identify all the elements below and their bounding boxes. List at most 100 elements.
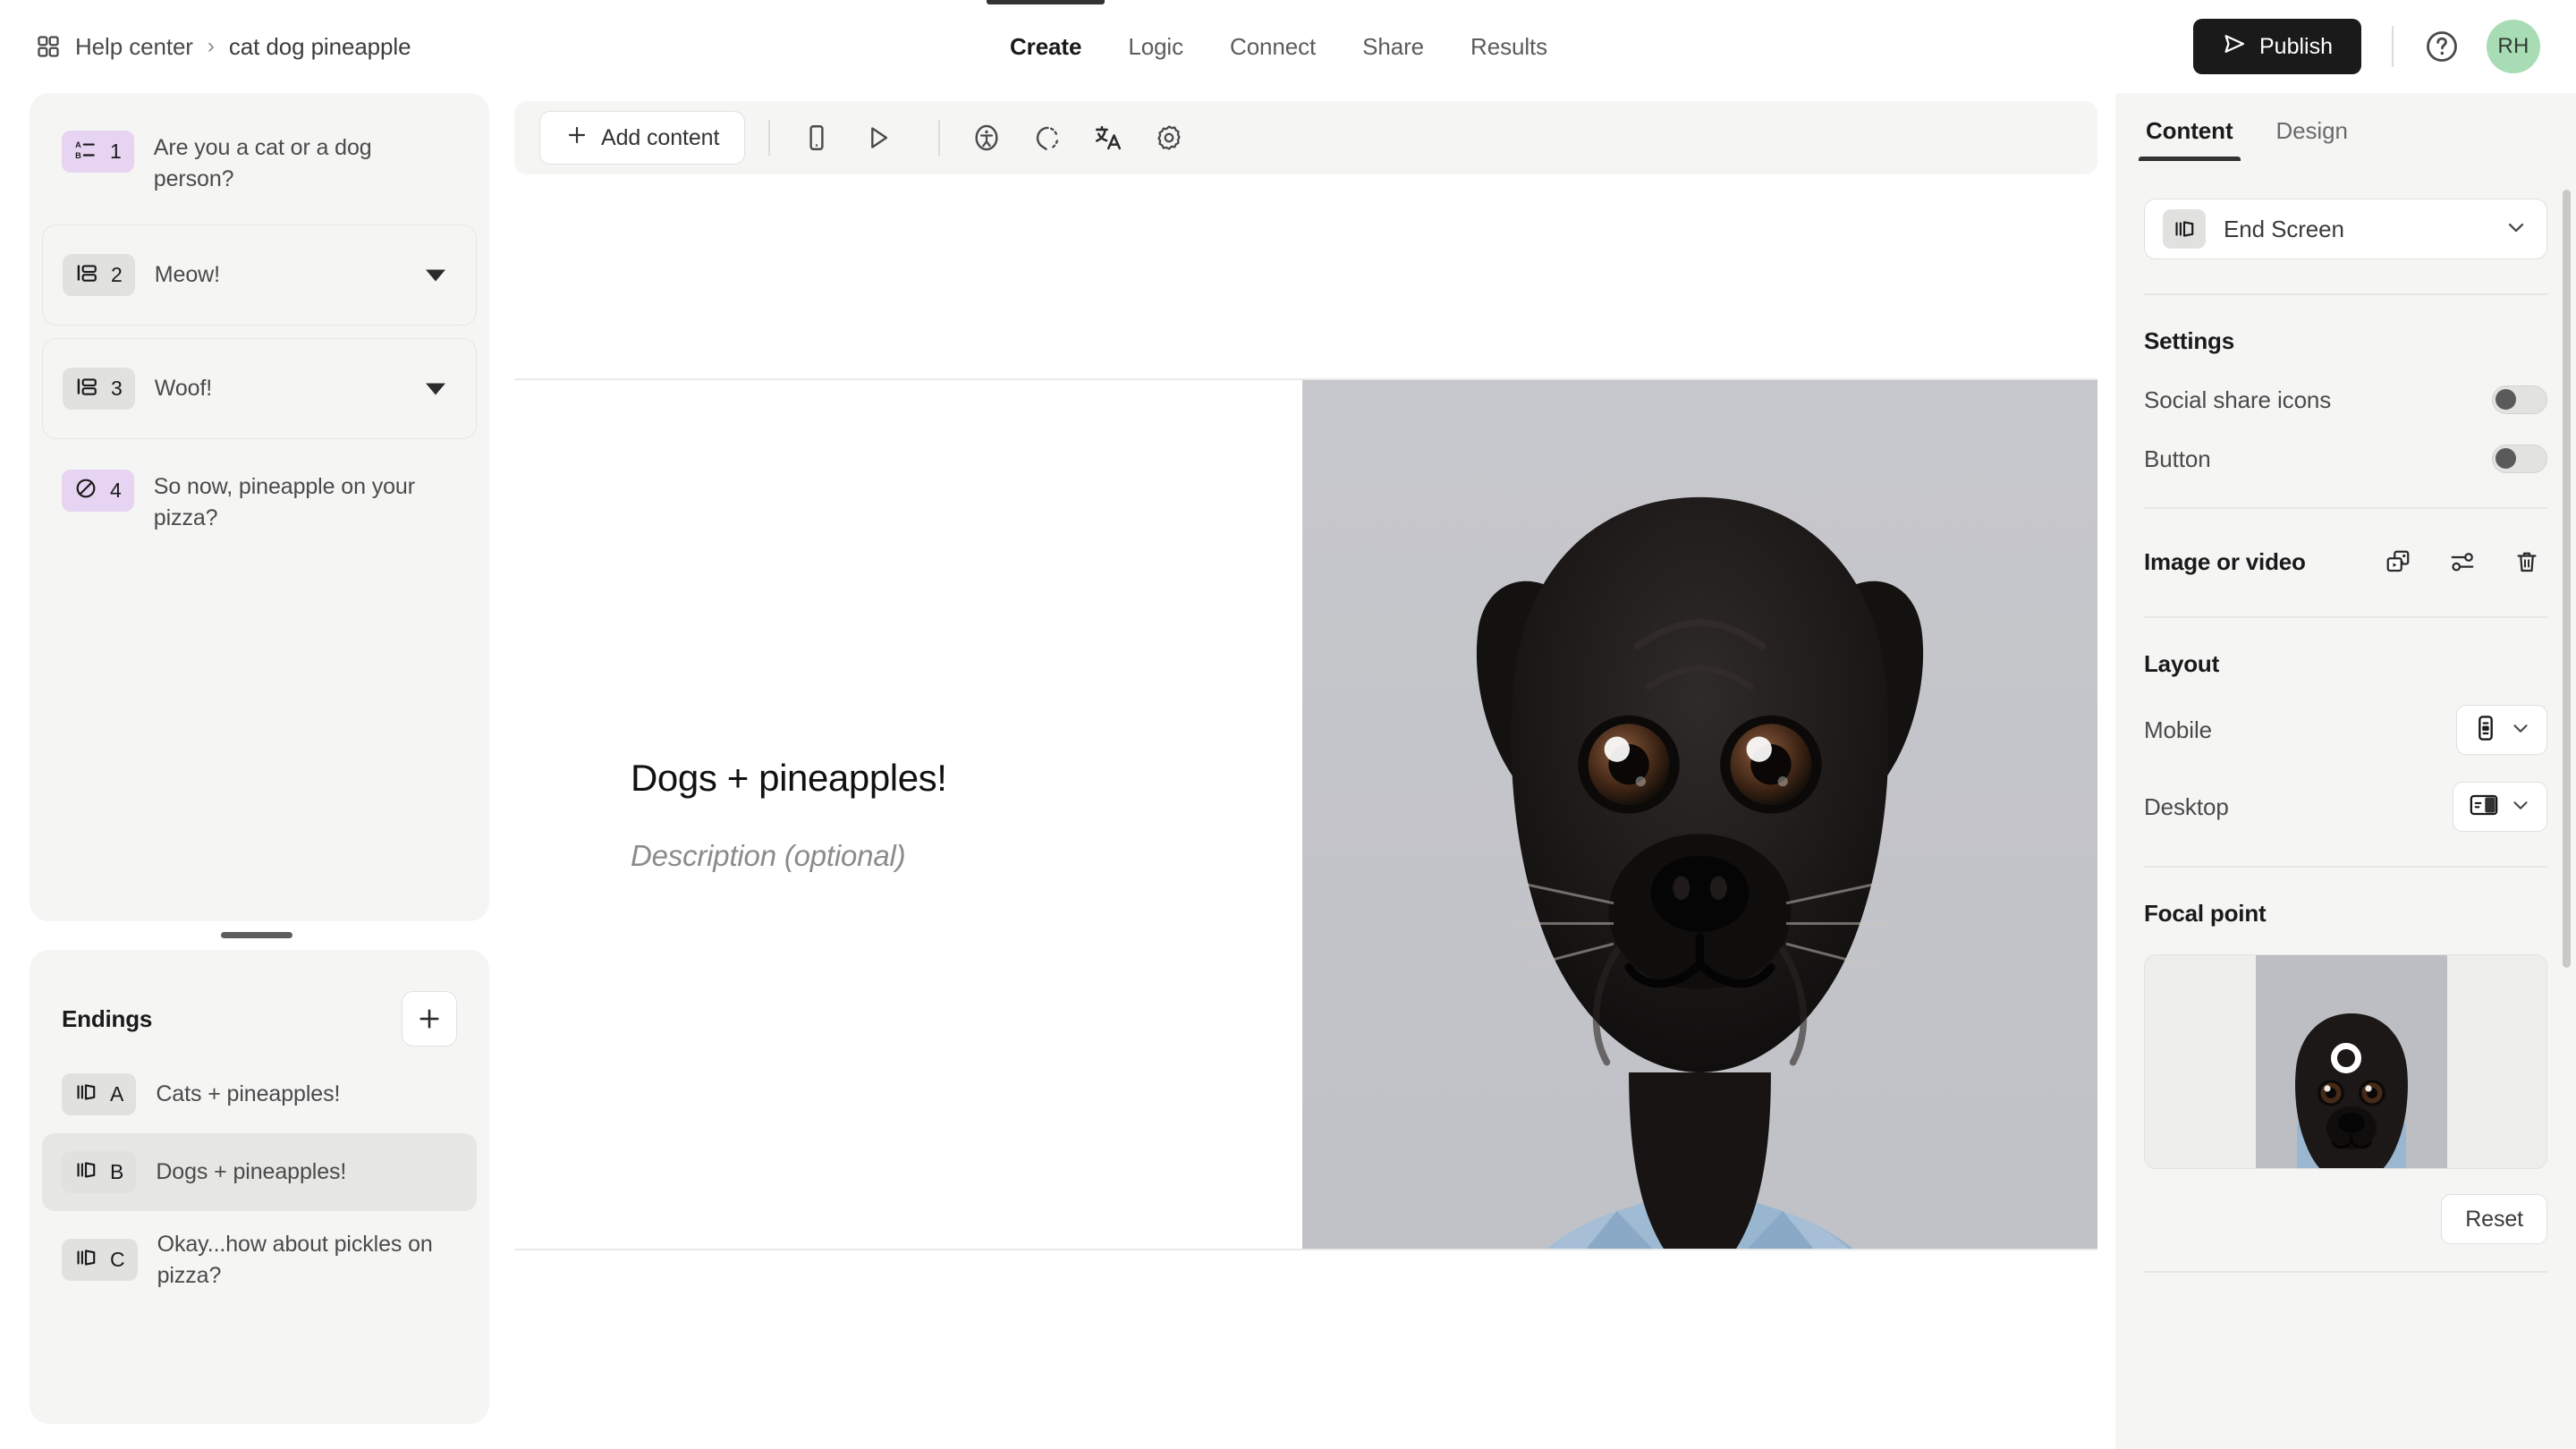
divider-5 bbox=[2144, 1271, 2547, 1273]
chevron-down-icon[interactable] bbox=[426, 383, 445, 394]
adjust-sliders-icon[interactable] bbox=[2442, 541, 2483, 582]
question-list-item-3[interactable]: 3 Woof! bbox=[43, 339, 476, 438]
reset-button[interactable]: Reset bbox=[2441, 1194, 2547, 1244]
tab-connect[interactable]: Connect bbox=[1207, 0, 1339, 93]
setting-label: Button bbox=[2144, 445, 2211, 472]
layout-split-right-icon bbox=[2468, 791, 2500, 824]
toggle-knob bbox=[2496, 389, 2516, 410]
toggle-knob bbox=[2496, 448, 2516, 469]
tab-logic[interactable]: Logic bbox=[1105, 0, 1207, 93]
panel-resize-handle[interactable] bbox=[221, 932, 292, 938]
inspector-scrollbar[interactable] bbox=[2563, 190, 2571, 968]
publish-button[interactable]: Publish bbox=[2193, 19, 2361, 74]
breadcrumb-help-center[interactable]: Help center bbox=[75, 33, 193, 61]
questions-panel: A B 1 Are you a cat or a dog person? 2 M… bbox=[30, 93, 489, 921]
plus-icon bbox=[419, 1009, 439, 1029]
endings-panel: Endings A Cats + pineapples! B Dogs + pi… bbox=[30, 950, 489, 1424]
question-circle-icon[interactable] bbox=[2424, 29, 2460, 64]
layout-desktop-select[interactable] bbox=[2453, 782, 2547, 832]
breadcrumb-current-form[interactable]: cat dog pineapple bbox=[229, 33, 411, 61]
question-number: 4 bbox=[110, 479, 122, 502]
statement-icon bbox=[75, 261, 98, 289]
divider bbox=[2144, 293, 2547, 295]
end-screen-icon bbox=[74, 1246, 97, 1274]
question-number: 1 bbox=[110, 140, 122, 163]
ending-letter: C bbox=[110, 1248, 125, 1271]
chevron-down-icon[interactable] bbox=[426, 269, 445, 281]
layout-section-title: Layout bbox=[2144, 650, 2220, 677]
breadcrumb-separator: › bbox=[207, 34, 215, 58]
block-type-select[interactable]: End Screen bbox=[2144, 199, 2547, 259]
tab-design[interactable]: Design bbox=[2269, 117, 2355, 161]
main-nav-tabs: Create Logic Connect Share Results bbox=[987, 0, 1571, 93]
question-card-3[interactable]: 3 Woof! bbox=[42, 338, 477, 439]
avatar-initials: RH bbox=[2497, 34, 2529, 58]
divider-2 bbox=[2144, 507, 2547, 509]
add-ending-button[interactable] bbox=[402, 991, 457, 1046]
chevron-down-icon bbox=[2509, 716, 2532, 744]
setting-social-share-icons: Social share icons bbox=[2144, 386, 2547, 414]
tab-logic-label: Logic bbox=[1128, 32, 1184, 60]
tab-create[interactable]: Create bbox=[987, 0, 1106, 93]
play-preview-icon[interactable] bbox=[854, 114, 901, 161]
ending-type-badge: B bbox=[62, 1151, 137, 1193]
question-list-item-2[interactable]: 2 Meow! bbox=[43, 225, 476, 325]
focal-point-picker[interactable] bbox=[2144, 954, 2547, 1169]
layout-desktop-label: Desktop bbox=[2144, 792, 2229, 820]
endings-title: Endings bbox=[62, 1004, 153, 1032]
question-number: 2 bbox=[111, 263, 123, 286]
tab-content[interactable]: Content bbox=[2139, 117, 2241, 161]
preview-image-column[interactable] bbox=[1302, 380, 2097, 1249]
grid-icon[interactable] bbox=[36, 34, 61, 59]
ending-list-item-b[interactable]: B Dogs + pineapples! bbox=[42, 1133, 477, 1211]
chevron-down-icon[interactable] bbox=[2504, 215, 2529, 244]
settings-gear-icon[interactable] bbox=[1146, 114, 1192, 161]
question-list-item-4[interactable]: 4 So now, pineapple on your pizza? bbox=[42, 452, 477, 551]
toolbar-divider-2 bbox=[938, 120, 941, 156]
replace-media-icon[interactable] bbox=[2377, 541, 2419, 582]
setting-label: Social share icons bbox=[2144, 386, 2332, 413]
restore-icon[interactable] bbox=[1024, 114, 1071, 161]
preview-description-placeholder[interactable]: Description (optional) bbox=[631, 839, 1302, 873]
button-toggle[interactable] bbox=[2492, 445, 2547, 473]
question-card-2[interactable]: 2 Meow! bbox=[42, 225, 477, 326]
trash-icon[interactable] bbox=[2506, 541, 2547, 582]
translate-icon[interactable] bbox=[1085, 114, 1131, 161]
ending-list-item-a[interactable]: A Cats + pineapples! bbox=[42, 1055, 477, 1133]
ending-label: Cats + pineapples! bbox=[156, 1081, 341, 1107]
ending-list-item-c[interactable]: C Okay...how about pickles on pizza? bbox=[42, 1211, 477, 1309]
mobile-preview-icon[interactable] bbox=[793, 114, 840, 161]
breadcrumb: Help center › cat dog pineapple bbox=[36, 0, 411, 93]
toolbar-divider bbox=[768, 120, 771, 156]
question-list-item-1[interactable]: A B 1 Are you a cat or a dog person? bbox=[42, 113, 477, 212]
inspector-panel: Content Design End Screen Settings Socia… bbox=[2115, 93, 2576, 1449]
image-or-video-row: Image or video bbox=[2144, 541, 2547, 582]
ending-letter: B bbox=[110, 1160, 124, 1183]
tab-share-label: Share bbox=[1362, 32, 1425, 60]
canvas-toolbar: Add content bbox=[514, 101, 2097, 174]
add-content-button[interactable]: Add content bbox=[539, 111, 746, 165]
tab-connect-label: Connect bbox=[1230, 32, 1317, 60]
tab-content-label: Content bbox=[2146, 117, 2233, 144]
tab-create-label: Create bbox=[1010, 32, 1082, 60]
layout-mobile-select[interactable] bbox=[2456, 705, 2547, 755]
top-bar: Help center › cat dog pineapple Create L… bbox=[0, 0, 2576, 93]
plus-icon bbox=[565, 123, 589, 153]
question-type-badge: A B 1 bbox=[62, 131, 134, 173]
divider-3 bbox=[2144, 616, 2547, 618]
tab-results[interactable]: Results bbox=[1447, 0, 1571, 93]
setting-button: Button bbox=[2144, 445, 2547, 473]
tab-share[interactable]: Share bbox=[1339, 0, 1447, 93]
accessibility-icon[interactable] bbox=[963, 114, 1010, 161]
yes-no-icon bbox=[74, 477, 97, 504]
pug-photo bbox=[1302, 380, 2097, 1249]
form-preview-canvas: Dogs + pineapples! Description (optional… bbox=[514, 378, 2097, 1250]
inspector-tabs: Content Design bbox=[2115, 93, 2576, 161]
question-type-badge: 2 bbox=[63, 254, 135, 296]
end-screen-icon bbox=[74, 1158, 97, 1186]
focal-point-handle[interactable] bbox=[2330, 1043, 2361, 1073]
social-share-icons-toggle[interactable] bbox=[2492, 386, 2547, 414]
preview-title[interactable]: Dogs + pineapples! bbox=[631, 757, 1302, 800]
avatar[interactable]: RH bbox=[2487, 20, 2540, 73]
statement-icon bbox=[75, 375, 98, 402]
